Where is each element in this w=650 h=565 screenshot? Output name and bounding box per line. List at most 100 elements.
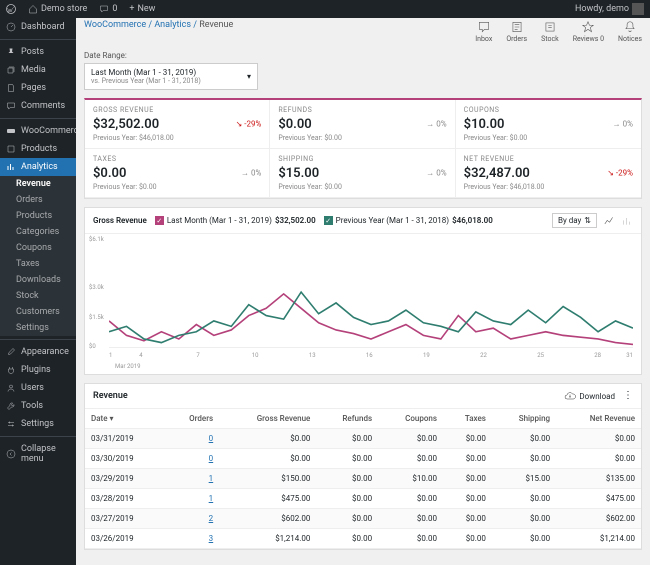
activity-notices[interactable]: Notices [618,20,642,43]
legend-series-a[interactable]: ✓ Last Month (Mar 1 - 31, 2019) $32,502.… [155,216,316,225]
sidebar-item-comments[interactable]: Comments [0,97,76,115]
download-button[interactable]: Download [564,390,615,402]
kpi-prev: Previous Year: $0.00 [93,183,261,191]
cell-gross: $475.00 [219,489,316,509]
kpi-value: $0.00 [93,166,261,181]
revenue-table-card: Revenue Download ⋮ Date ▾ Orders Gross R… [84,383,642,550]
col-net[interactable]: Net Revenue [556,409,641,429]
cell-orders[interactable]: 0 [166,449,219,469]
sidebar-item-tools[interactable]: Tools [0,397,76,415]
dashboard-icon [6,22,16,32]
cell-orders[interactable]: 1 [166,469,219,489]
kpi-net-revenue[interactable]: NET REVENUE $32,487.00 Previous Year: $4… [456,149,641,198]
sidebar-item-plugins[interactable]: Plugins [0,361,76,379]
kpi-coupons[interactable]: COUPONS $10.00 Previous Year: $0.00 →0% [456,100,641,149]
date-range-primary: Last Month (Mar 1 - 31, 2019) [91,68,201,77]
cell-coupons: $10.00 [378,469,443,489]
sidebar-item-appearance[interactable]: Appearance [0,343,76,361]
sidebar-item-products[interactable]: Products [0,140,76,158]
kpi-shipping[interactable]: SHIPPING $15.00 Previous Year: $0.00 →0% [270,149,455,198]
sidebar-item-users[interactable]: Users [0,379,76,397]
sidebar-label: Pages [21,83,46,93]
cell-taxes: $0.00 [443,429,492,449]
sidebar-item-dashboard[interactable]: Dashboard [0,18,76,36]
breadcrumb-analytics[interactable]: Analytics [154,20,191,30]
col-coupons[interactable]: Coupons [378,409,443,429]
date-range-picker[interactable]: Last Month (Mar 1 - 31, 2019) vs. Previo… [84,63,258,90]
breadcrumb: WooCommerce / Analytics / Revenue [84,20,233,30]
new-label: New [137,4,155,14]
brush-icon [6,347,16,357]
legend-label: Previous Year (Mar 1 - 31, 2018) [336,216,449,225]
line-chart-icon[interactable] [603,215,615,227]
kpi-gross-revenue[interactable]: GROSS REVENUE $32,502.00 Previous Year: … [85,100,270,149]
avatar [632,3,644,15]
submenu-customers[interactable]: Customers [0,304,76,320]
chart-header: Gross Revenue ✓ Last Month (Mar 1 - 31, … [85,208,641,234]
table-menu-icon[interactable]: ⋮ [623,391,633,401]
col-shipping[interactable]: Shipping [492,409,556,429]
activity-stock[interactable]: Stock [541,20,559,43]
sidebar-label: Analytics [21,162,58,172]
admin-sidebar: Dashboard Posts Media Pages Comments Woo… [0,0,76,565]
sidebar-label: Settings [21,419,54,429]
cell-date: 03/30/2019 [85,449,166,469]
submenu-categories[interactable]: Categories [0,224,76,240]
legend-series-b[interactable]: ✓ Previous Year (Mar 1 - 31, 2018) $46,0… [324,216,493,225]
kpi-value: $0.00 [278,117,446,132]
account-menu[interactable]: Howdy, demo [569,3,650,15]
kpi-prev: Previous Year: $0.00 [464,134,633,142]
activity-inbox[interactable]: Inbox [475,20,492,43]
submenu-coupons[interactable]: Coupons [0,240,76,256]
wp-logo-menu[interactable] [0,4,22,14]
sidebar-item-media[interactable]: Media [0,61,76,79]
cell-orders[interactable]: 1 [166,489,219,509]
kpi-refunds[interactable]: REFUNDS $0.00 Previous Year: $0.00 →0% [270,100,455,149]
y-tick: $3.0k [89,284,104,291]
submenu-revenue[interactable]: Revenue [0,176,76,192]
kpi-taxes[interactable]: TAXES $0.00 Previous Year: $0.00 →0% [85,149,270,198]
bell-icon [623,20,637,34]
bar-chart-icon[interactable] [621,215,633,227]
kpi-prev: Previous Year: $46,018.00 [464,183,633,191]
activity-panel: Inbox Orders Stock Reviews 0 Notices [475,20,642,43]
sidebar-label: Posts [21,47,44,57]
cell-orders[interactable]: 3 [166,529,219,549]
sidebar-item-pages[interactable]: Pages [0,79,76,97]
submenu-taxes[interactable]: Taxes [0,256,76,272]
col-orders[interactable]: Orders [166,409,219,429]
comments-link[interactable]: 0 [93,4,123,14]
interval-selector[interactable]: By day⇅ [552,213,597,228]
collapse-menu-button[interactable]: Collapse menu [0,440,76,468]
cell-orders[interactable]: 0 [166,429,219,449]
cell-gross: $1,214.00 [219,529,316,549]
chart-title: Gross Revenue [93,216,147,225]
submenu-downloads[interactable]: Downloads [0,272,76,288]
cell-date: 03/27/2019 [85,509,166,529]
submenu-stock[interactable]: Stock [0,288,76,304]
col-taxes[interactable]: Taxes [443,409,492,429]
sidebar-item-settings[interactable]: Settings [0,415,76,433]
sidebar-item-woocommerce[interactable]: WooCommerce [0,122,76,140]
col-date[interactable]: Date ▾ [85,409,166,429]
site-name-link[interactable]: Demo store [22,4,93,14]
kpi-delta: ↘-29% [236,120,262,129]
sidebar-item-posts[interactable]: Posts [0,43,76,61]
cell-net: $1,214.00 [556,529,641,549]
cell-refunds: $0.00 [316,469,378,489]
submenu-settings[interactable]: Settings [0,320,76,336]
new-content-link[interactable]: + New [123,4,161,14]
cell-taxes: $0.00 [443,449,492,469]
activity-orders[interactable]: Orders [506,20,527,43]
activity-reviews[interactable]: Reviews 0 [573,20,604,43]
breadcrumb-woocommerce[interactable]: WooCommerce [84,20,146,30]
chart-x-axis: 1 4 7 10 13 16 19 22 25 28 31 [85,352,641,363]
sidebar-item-analytics[interactable]: Analytics [0,158,76,176]
submenu-orders[interactable]: Orders [0,192,76,208]
col-refunds[interactable]: Refunds [316,409,378,429]
col-gross[interactable]: Gross Revenue [219,409,316,429]
kpi-prev: Previous Year: $0.00 [278,134,446,142]
cell-orders[interactable]: 2 [166,509,219,529]
kpi-delta: →0% [241,169,261,178]
submenu-products[interactable]: Products [0,208,76,224]
